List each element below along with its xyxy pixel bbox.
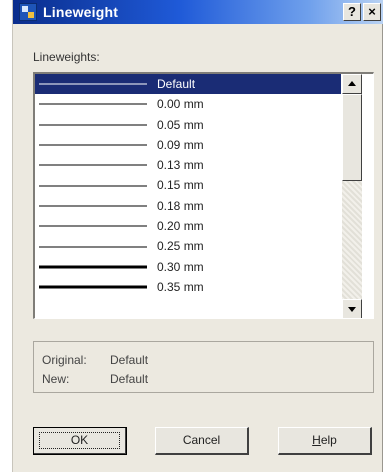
lineweight-item-label: 0.20 mm — [157, 219, 204, 234]
lineweight-list-item[interactable]: 0.00 mm — [35, 94, 341, 114]
cancel-button[interactable]: Cancel — [155, 427, 249, 455]
new-value: Default — [110, 372, 149, 386]
lineweight-list-item[interactable]: 0.30 mm — [35, 257, 341, 277]
context-help-button[interactable]: ? — [343, 3, 361, 21]
arrow-down-icon — [348, 307, 356, 312]
lineweight-app-icon — [19, 3, 37, 21]
lineweight-list-item[interactable]: 0.05 mm — [35, 115, 341, 135]
lineweight-item-label: 0.15 mm — [157, 178, 204, 193]
scroll-up-button[interactable] — [342, 74, 362, 94]
lineweight-item-label: 0.25 mm — [157, 239, 204, 254]
lineweight-item-label: 0.09 mm — [157, 137, 204, 152]
lineweights-label: Lineweights: — [33, 50, 100, 64]
lineweight-sample-line — [39, 83, 147, 85]
arrow-up-icon — [348, 81, 356, 86]
lineweight-sample-line — [39, 246, 147, 248]
ok-button[interactable]: OK — [33, 427, 127, 455]
original-value: Default — [110, 353, 149, 367]
cancel-button-label: Cancel — [182, 433, 221, 447]
original-label: Original: — [42, 353, 87, 367]
focus-rectangle — [39, 432, 120, 449]
lineweight-list-item[interactable]: 0.15 mm — [35, 175, 341, 195]
help-button[interactable]: Help — [278, 427, 372, 455]
lineweights-list-rows: Default 0.00 mm 0.05 mm 0.09 mm 0.13 mm 0.15 … — [35, 74, 341, 318]
scroll-track[interactable] — [342, 181, 362, 299]
lineweight-list-item[interactable]: 0.13 mm — [35, 155, 341, 175]
close-button[interactable]: × — [363, 3, 381, 21]
lineweight-sample-line — [39, 285, 147, 289]
title-bar[interactable]: Lineweight ? × — [13, 0, 383, 24]
lineweight-list-item[interactable]: 0.09 mm — [35, 135, 341, 155]
lineweight-sample-line — [39, 103, 147, 105]
help-mnemonic: H — [312, 433, 321, 447]
lineweight-list-item[interactable]: 0.18 mm — [35, 196, 341, 216]
lineweight-item-label: Default — [157, 77, 196, 91]
new-label: New: — [42, 372, 70, 386]
lineweight-item-label: 0.18 mm — [157, 198, 204, 213]
lineweight-sample-line — [39, 185, 147, 187]
lineweight-sample-line — [39, 164, 147, 166]
lineweights-listbox[interactable]: Default 0.00 mm 0.05 mm 0.09 mm 0.13 mm 0.15 … — [33, 72, 374, 319]
scroll-thumb[interactable] — [342, 94, 362, 181]
lineweight-dialog: Lineweight ? × Lineweights: Default 0.00 … — [12, 0, 383, 472]
lineweight-item-label: 0.00 mm — [157, 97, 204, 112]
lineweight-sample-line — [39, 225, 147, 227]
lineweight-item-label: 0.13 mm — [157, 158, 204, 173]
lineweight-list-item[interactable]: 0.20 mm — [35, 216, 341, 236]
lineweight-sample-line — [39, 124, 147, 126]
lineweight-item-label: 0.35 mm — [157, 279, 204, 294]
scroll-down-button[interactable] — [342, 299, 362, 318]
help-button-label-rest: elp — [320, 433, 337, 447]
lineweight-list-item[interactable]: Default — [35, 74, 341, 95]
lineweight-sample-line — [39, 144, 147, 146]
list-scrollbar[interactable] — [342, 74, 362, 318]
lineweight-sample-line — [39, 265, 147, 269]
lineweight-item-label: 0.30 mm — [157, 259, 204, 274]
lineweight-list-item[interactable]: 0.25 mm — [35, 236, 341, 256]
lineweight-list-item[interactable]: 0.35 mm — [35, 277, 341, 297]
lineweight-info-group: Original: Default New: Default — [33, 341, 374, 393]
lineweight-item-label: 0.05 mm — [157, 117, 204, 132]
window-title: Lineweight — [43, 4, 119, 20]
lineweight-sample-line — [39, 205, 147, 207]
